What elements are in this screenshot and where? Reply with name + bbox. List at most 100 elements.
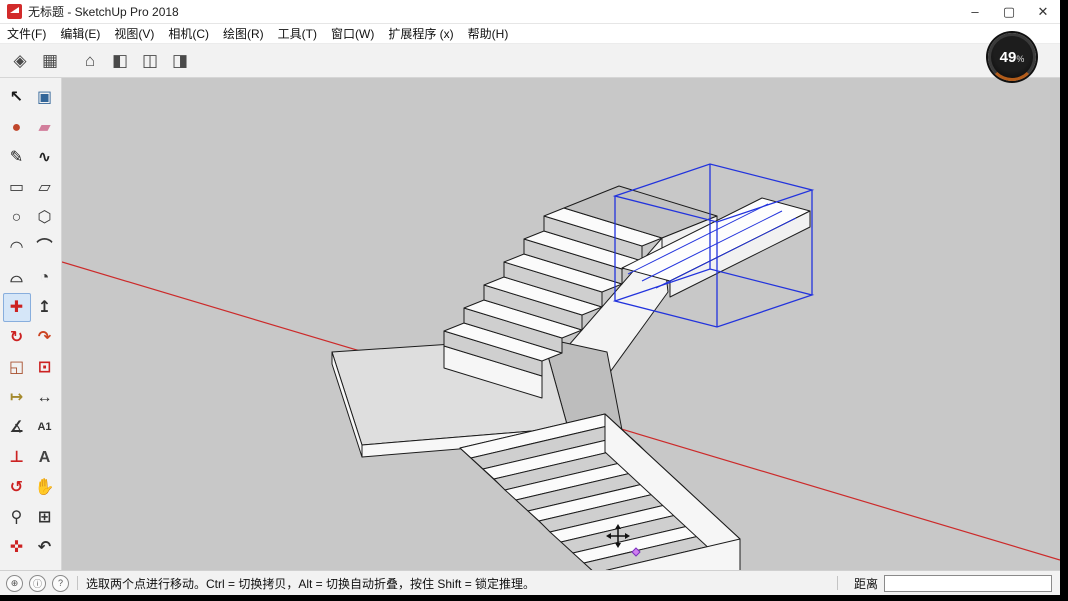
window-controls: – ▢ ✕	[958, 0, 1060, 24]
previous-view-icon: ↶	[38, 540, 51, 556]
dimension-tool-button[interactable]: ↔	[31, 383, 59, 412]
rectangle-tool-button[interactable]: ▭	[3, 173, 31, 202]
iso-view-icon: ◈	[13, 51, 26, 71]
recorder-percent-unit: %	[1016, 54, 1024, 64]
offset-tool-button[interactable]: ⊡	[31, 353, 59, 382]
zoom-window-icon: ⊞	[38, 510, 51, 526]
follow-me-icon: ↷	[38, 330, 51, 346]
pan-tool-button[interactable]: ✋	[31, 473, 59, 502]
left-view-icon: ◨	[172, 51, 188, 71]
statusbar-separator	[77, 576, 78, 590]
status-message: 选取两个点进行移动。Ctrl = 切换拷贝，Alt = 切换自动折叠，按住 Sh…	[86, 575, 535, 592]
help-icon[interactable]: ?	[52, 575, 69, 592]
measurement-input[interactable]	[884, 575, 1052, 592]
pie-icon: ◔	[40, 270, 50, 286]
scale-tool-button[interactable]: ◱	[3, 353, 31, 382]
make-component-tool-button[interactable]: ▣	[31, 83, 59, 112]
rotated-rectangle-icon: ▱	[38, 180, 50, 196]
pie-tool-button[interactable]: ◔	[31, 263, 59, 292]
eraser-icon: ▰	[38, 120, 50, 136]
menu-draw[interactable]: 绘图(R)	[216, 24, 271, 44]
freehand-tool-button[interactable]: ∿	[31, 143, 59, 172]
text-icon: A1	[37, 422, 51, 433]
globe-icon[interactable]: ⊕	[6, 575, 23, 592]
dimension-icon: ↔	[37, 390, 53, 406]
close-button[interactable]: ✕	[1026, 0, 1060, 24]
menu-window[interactable]: 窗口(W)	[324, 24, 381, 44]
move-icon: ✚	[10, 300, 23, 316]
top-view-icon: ▦	[42, 51, 58, 71]
iso-view-button[interactable]: ◈	[6, 47, 34, 75]
menu-camera[interactable]: 相机(C)	[161, 24, 216, 44]
menu-tools[interactable]: 工具(T)	[271, 24, 324, 44]
move-tool-button[interactable]: ✚	[3, 293, 31, 322]
back-view-icon: ◫	[142, 51, 158, 71]
text-tool-button[interactable]: A1	[31, 413, 59, 442]
sketchup-logo-icon	[7, 4, 22, 19]
tape-measure-icon: ↦	[10, 390, 23, 406]
front-view-icon: ⌂	[85, 51, 95, 71]
arc-icon: ◠	[10, 240, 22, 256]
zoom-window-tool-button[interactable]: ⊞	[31, 503, 59, 532]
menu-file[interactable]: 文件(F)	[0, 24, 53, 44]
sketchup-window: 无标题 - SketchUp Pro 2018 – ▢ ✕ 文件(F) 编辑(E…	[0, 0, 1060, 595]
menu-extensions[interactable]: 扩展程序 (x)	[381, 24, 460, 44]
eraser-tool-button[interactable]: ▰	[31, 113, 59, 142]
zoom-extents-icon: ✜	[10, 540, 23, 556]
push-pull-icon: ↥	[38, 300, 51, 316]
title-bar: 无标题 - SketchUp Pro 2018 – ▢ ✕	[0, 0, 1060, 24]
right-view-icon: ◧	[112, 51, 128, 71]
minimize-button[interactable]: –	[958, 0, 992, 24]
circle-tool-button[interactable]: ○	[3, 203, 31, 232]
scale-icon: ◱	[9, 360, 24, 376]
rotated-rectangle-tool-button[interactable]: ▱	[31, 173, 59, 202]
orbit-tool-button[interactable]: ↺	[3, 473, 31, 502]
axes-tool-button[interactable]: ⊥	[3, 443, 31, 472]
three-d-text-tool-button[interactable]: A	[31, 443, 59, 472]
stairs-model	[332, 186, 810, 570]
previous-view-tool-button[interactable]: ↶	[31, 533, 59, 562]
paint-bucket-icon: ●	[12, 120, 22, 136]
three-point-arc-icon: ⌓	[10, 270, 23, 286]
recorder-percent-value: 49	[1000, 49, 1017, 66]
maximize-button[interactable]: ▢	[992, 0, 1026, 24]
axes-icon: ⊥	[9, 450, 24, 466]
line-icon: ✎	[10, 150, 23, 166]
menu-help[interactable]: 帮助(H)	[461, 24, 516, 44]
left-view-button[interactable]: ◨	[166, 47, 194, 75]
polygon-tool-button[interactable]: ⬡	[31, 203, 59, 232]
back-view-button[interactable]: ◫	[136, 47, 164, 75]
right-view-button[interactable]: ◧	[106, 47, 134, 75]
orbit-icon: ↺	[10, 480, 23, 496]
zoom-tool-button[interactable]: ⚲	[3, 503, 31, 532]
protractor-icon: ∡	[9, 420, 23, 436]
select-tool-button[interactable]: ↖	[3, 83, 31, 112]
rotate-icon: ↻	[10, 330, 23, 346]
info-icon[interactable]: ⓘ	[29, 575, 46, 592]
line-tool-button[interactable]: ✎	[3, 143, 31, 172]
menu-edit[interactable]: 编辑(E)	[53, 24, 107, 44]
two-point-arc-icon: ⌒	[36, 240, 52, 256]
paint-bucket-tool-button[interactable]: ●	[3, 113, 31, 142]
three-point-arc-tool-button[interactable]: ⌓	[3, 263, 31, 292]
protractor-tool-button[interactable]: ∡	[3, 413, 31, 442]
rectangle-icon: ▭	[9, 180, 24, 196]
views-toolbar: ◈ ▦ ⌂ ◧ ◫ ◨	[0, 44, 1060, 78]
recorder-percentage-badge[interactable]: 49 %	[988, 33, 1036, 81]
zoom-icon: ⚲	[11, 510, 23, 526]
tape-measure-tool-button[interactable]: ↦	[3, 383, 31, 412]
zoom-extents-tool-button[interactable]: ✜	[3, 533, 31, 562]
push-pull-tool-button[interactable]: ↥	[31, 293, 59, 322]
measurement-label: 距离	[854, 575, 878, 592]
top-view-button[interactable]: ▦	[36, 47, 64, 75]
front-view-button[interactable]: ⌂	[76, 47, 104, 75]
drawing-canvas[interactable]	[62, 78, 1060, 570]
follow-me-tool-button[interactable]: ↷	[31, 323, 59, 352]
freehand-icon: ∿	[38, 150, 51, 166]
rotate-tool-button[interactable]: ↻	[3, 323, 31, 352]
two-point-arc-tool-button[interactable]: ⌒	[31, 233, 59, 262]
menu-view[interactable]: 视图(V)	[107, 24, 161, 44]
pan-icon: ✋	[35, 480, 55, 496]
tool-palette: ↖ ▣ ● ▰ ✎ ∿ ▭ ▱ ○ ⬡ ◠ ⌒ ⌓ ◔ ✚ ↥ ↻ ↷ ◱ ⊡ …	[0, 78, 62, 570]
arc-tool-button[interactable]: ◠	[3, 233, 31, 262]
